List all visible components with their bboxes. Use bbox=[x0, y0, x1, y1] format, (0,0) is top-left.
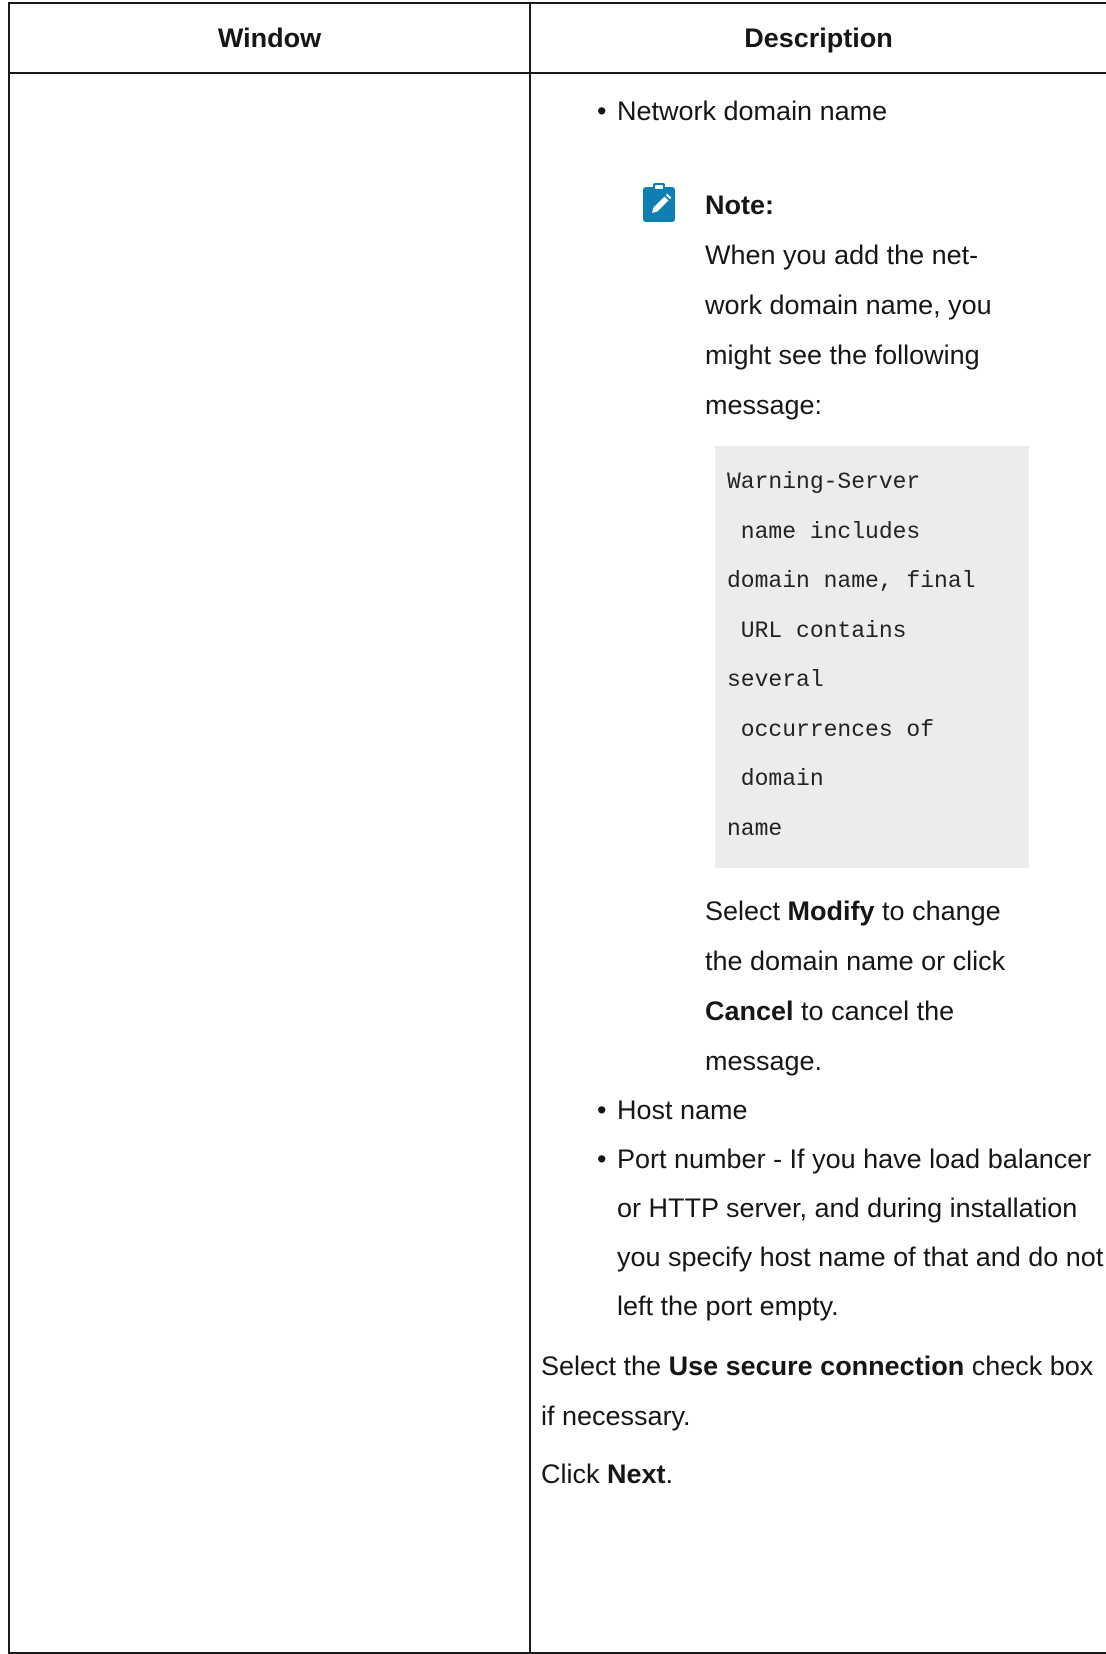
document-table: Window Description • Network domain name bbox=[8, 2, 1106, 1654]
note-body: When you add the net-work domain name, y… bbox=[705, 240, 992, 420]
window-cell bbox=[8, 72, 531, 1654]
modify-term: Modify bbox=[787, 896, 875, 926]
note-followup: Select Modify to change the domain name … bbox=[705, 886, 1035, 1086]
note-box: Note: When you add the net-work domain n… bbox=[641, 183, 1106, 1086]
list-item-text: Port number - If you have load balancer … bbox=[617, 1144, 1104, 1321]
code-block: Warning-Server name includes domain name… bbox=[715, 446, 1029, 868]
description-cell: • Network domain name Note: When you add… bbox=[529, 72, 1106, 1654]
bullet-list-top: • Network domain name bbox=[541, 86, 1106, 136]
paragraph-text: . bbox=[665, 1459, 674, 1489]
list-item: • Host name bbox=[585, 1086, 1106, 1135]
cancel-term: Cancel bbox=[705, 996, 794, 1026]
bullet-mark: • bbox=[597, 96, 607, 126]
bullet-list-bottom: • Host name • Port number - If you have … bbox=[541, 1086, 1106, 1331]
followup-text: Select bbox=[705, 896, 788, 926]
note-title: Note: bbox=[705, 190, 774, 220]
list-item: • Network domain name bbox=[585, 86, 1106, 136]
use-secure-connection-term: Use secure connection bbox=[668, 1351, 965, 1381]
list-item-text: Host name bbox=[617, 1095, 748, 1125]
bullet-mark: • bbox=[597, 1095, 607, 1125]
list-item: • Port number - If you have load balance… bbox=[585, 1135, 1106, 1331]
list-item-text: Network domain name bbox=[617, 96, 888, 126]
paragraph-text: Click bbox=[541, 1459, 607, 1489]
next-paragraph: Click Next. bbox=[541, 1449, 1106, 1499]
header-description: Description bbox=[529, 2, 1106, 74]
paragraph-text: Select the bbox=[541, 1351, 669, 1381]
next-term: Next bbox=[607, 1459, 666, 1489]
bullet-mark: • bbox=[597, 1144, 607, 1174]
note-pencil-icon bbox=[643, 183, 675, 222]
table-header-row: Window Description bbox=[8, 2, 1106, 74]
header-window: Window bbox=[8, 2, 531, 74]
secure-connection-paragraph: Select the Use secure connection check b… bbox=[541, 1341, 1106, 1441]
table-row: • Network domain name Note: When you add… bbox=[8, 72, 1106, 1654]
